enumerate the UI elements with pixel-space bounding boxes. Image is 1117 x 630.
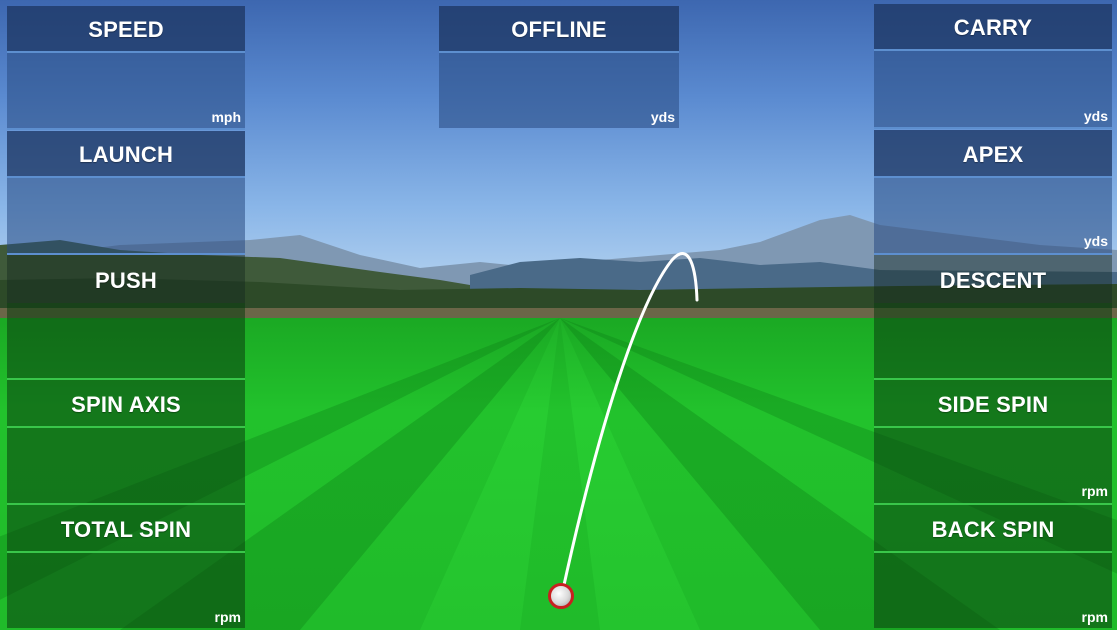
apex-unit: yds [1083,233,1108,249]
descent-label: DESCENT [939,268,1047,293]
offline-unit: yds [650,109,675,125]
descent-tile-header: DESCENT [874,255,1112,303]
total-spin-tile-header: TOTAL SPIN [7,505,245,551]
launch-value-box [7,178,245,253]
side-spin-unit: rpm [1081,483,1108,499]
push-value-box [7,303,245,378]
launch-tile-header: LAUNCH [7,131,245,176]
side-spin-value-box: rpm [874,428,1112,503]
apex-tile-header: APEX [874,130,1112,176]
spin-axis-label: SPIN AXIS [71,392,181,417]
launch-label: LAUNCH [78,142,174,167]
divider [7,128,245,130]
back-spin-value-box: rpm [874,553,1112,628]
total-spin-label: TOTAL SPIN [60,517,192,542]
carry-label: CARRY [953,15,1033,40]
speed-unit: mph [211,109,241,125]
back-spin-label: BACK SPIN [931,517,1055,542]
carry-tile-header: CARRY [874,4,1112,49]
carry-unit: yds [1083,108,1108,124]
descent-value-box [874,303,1112,378]
golf-ball-icon[interactable] [548,583,574,609]
push-tile-header: PUSH [7,255,245,303]
side-spin-label: SIDE SPIN [937,392,1049,417]
total-spin-unit: rpm [214,609,241,625]
total-spin-value-box: rpm [7,553,245,628]
divider [874,127,1112,129]
back-spin-tile-header: BACK SPIN [874,505,1112,551]
offline-tile-header: OFFLINE [439,6,679,51]
speed-value-box: mph [7,53,245,128]
driving-range-scene: SPEED mph LAUNCH PUSH SPIN AXIS TOTAL SP… [0,0,1117,630]
offline-label: OFFLINE [511,17,607,42]
carry-value-box: yds [874,51,1112,127]
back-spin-unit: rpm [1081,609,1108,625]
spin-axis-value-box [7,428,245,503]
side-spin-tile-header: SIDE SPIN [874,380,1112,426]
speed-label: SPEED [88,17,164,42]
apex-value-box: yds [874,178,1112,253]
speed-tile-header: SPEED [7,6,245,51]
push-label: PUSH [95,268,157,293]
apex-label: APEX [962,142,1024,167]
spin-axis-tile-header: SPIN AXIS [7,380,245,426]
offline-value-box: yds [439,53,679,128]
